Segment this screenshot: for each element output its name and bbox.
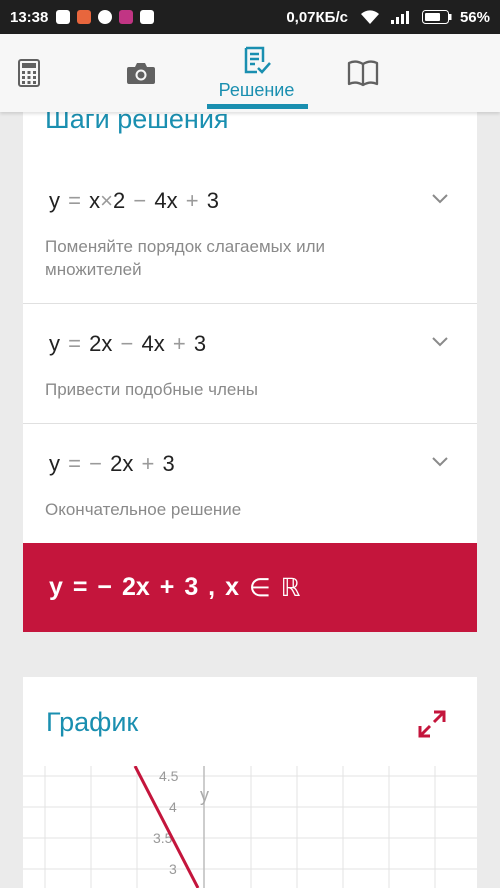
book-icon [347,60,379,87]
wifi-icon [360,10,379,24]
chevron-down-icon[interactable] [431,456,449,468]
step-description: Поменяйте порядок слагаемых или множител… [45,237,325,279]
graph-card: График 4.5 4 3.5 3 y [23,677,477,888]
chevron-down-icon[interactable] [431,193,449,205]
steps-title: Шаги решения [45,112,229,134]
signal-icon [390,11,409,24]
battery-icon [421,10,452,24]
graph-grid [23,766,477,888]
step-equation: y = 2x − 4x + 3 [49,331,207,356]
chevron-down-icon[interactable] [431,336,449,348]
active-tab-indicator [207,104,308,109]
function-line [133,766,200,888]
graph-title: График [46,707,139,737]
final-answer: y = − 2x + 3 , x ∈ ℝ [23,543,477,632]
expand-icon[interactable] [417,709,447,739]
tick-label: 3 [169,861,177,877]
step-row[interactable]: y = − 2x + 3 Окончательное решение [23,424,477,543]
tab-camera[interactable] [110,34,172,112]
google-icon [56,10,71,24]
step-description: Привести подобные члены [45,380,258,399]
solution-steps-card: Шаги решения y = x×2 − 4x + 3 Поменяйте … [23,112,477,632]
step-equation: y = − 2x + 3 [49,451,175,476]
network-speed: 0,07КБ/с [286,8,348,26]
app-notification-icon [77,10,92,24]
tick-label: 4.5 [159,768,179,784]
tab-book[interactable] [332,34,394,112]
tab-bar: Решение [0,34,500,112]
tab-solution[interactable]: Решение [205,34,308,112]
graph-plot[interactable]: 4.5 4 3.5 3 y [23,766,477,888]
status-time: 13:38 [10,8,49,26]
document-check-icon [244,46,271,74]
y-axis-label: y [200,785,209,805]
step-row[interactable]: y = 2x − 4x + 3 Привести подобные члены [23,304,477,424]
battery-percent: 56% [459,8,490,26]
tick-label: 4 [169,799,177,815]
instagram-icon [119,10,134,24]
chrome-icon [98,10,113,24]
calculator-icon [18,59,40,87]
step-description: Окончательное решение [45,500,242,519]
status-bar: 13:38 0,07КБ/с 56% [0,0,500,34]
tab-calculator[interactable] [0,34,58,112]
android-icon [140,10,155,24]
tab-solution-label: Решение [218,79,295,100]
step-equation: y = x×2 − 4x + 3 [49,188,219,213]
step-row[interactable]: y = x×2 − 4x + 3 Поменяйте порядок слага… [23,147,477,304]
camera-icon [127,63,155,84]
